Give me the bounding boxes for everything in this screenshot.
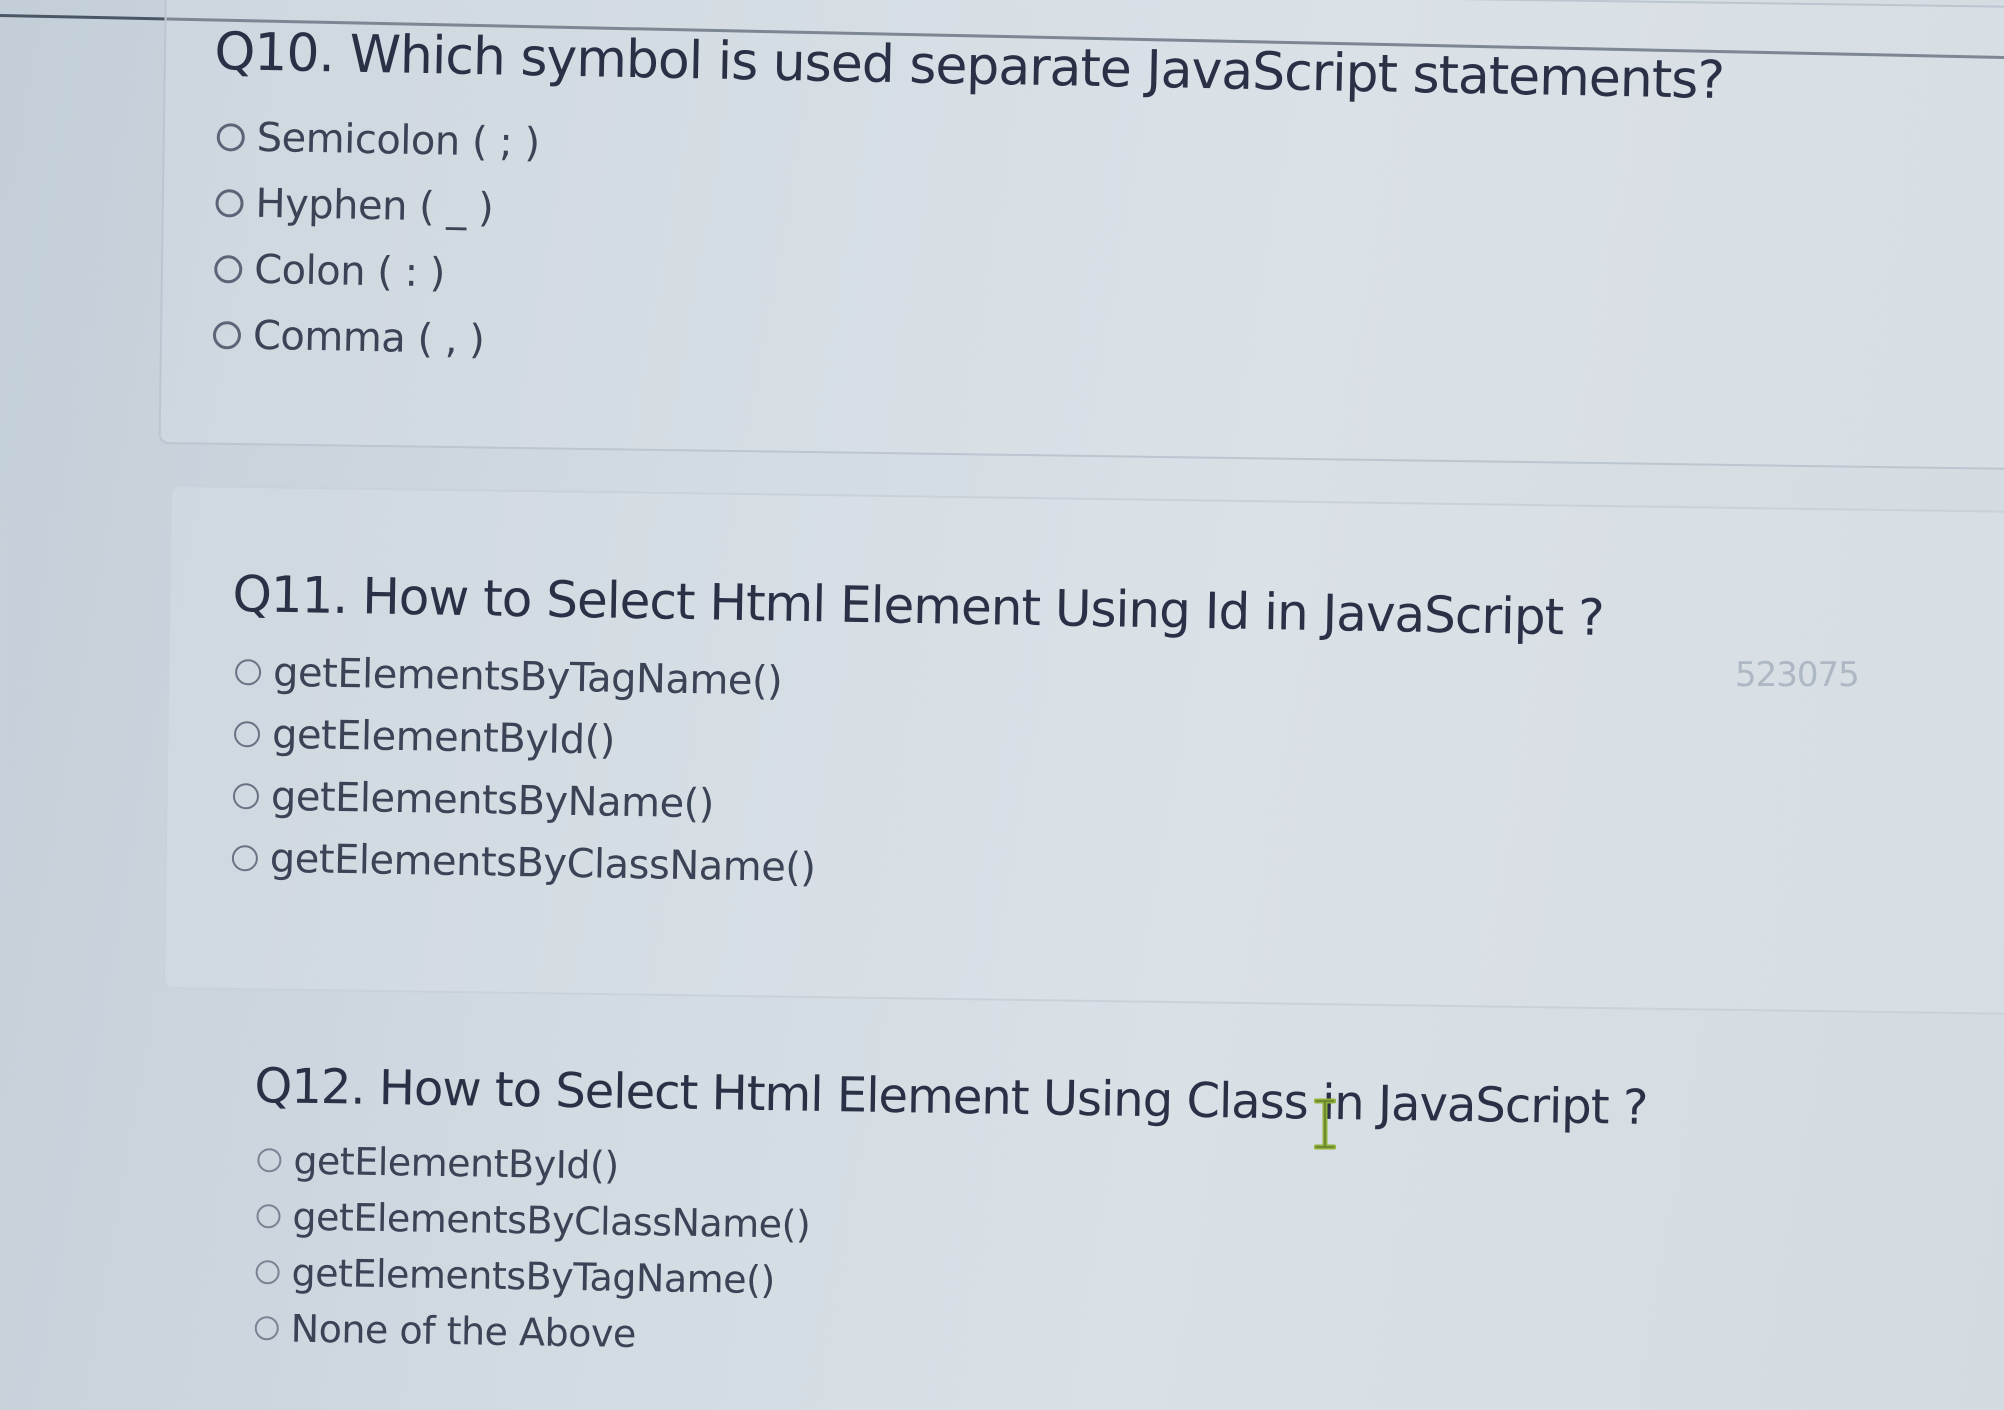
radio-button[interactable] bbox=[232, 783, 260, 810]
radio-button[interactable] bbox=[231, 845, 259, 872]
text-cursor-icon bbox=[1314, 1098, 1336, 1150]
radio-button[interactable] bbox=[254, 1316, 279, 1341]
option-label: getElementsByClassName() bbox=[269, 835, 816, 892]
radio-button[interactable] bbox=[233, 721, 261, 748]
option-label: Hyphen ( _ ) bbox=[255, 180, 494, 232]
radio-button[interactable] bbox=[216, 123, 246, 152]
radio-button[interactable] bbox=[256, 1204, 281, 1229]
option-label: Comma ( , ) bbox=[252, 312, 485, 364]
options-list: getElementsByTagName() getElementById() … bbox=[227, 641, 1602, 913]
options-list: getElementById() getElementsByClassName(… bbox=[250, 1132, 1646, 1378]
option-label: getElementsByName() bbox=[270, 773, 715, 828]
option-label: getElementsByClassName() bbox=[292, 1194, 811, 1247]
options-list: Semicolon ( ; ) Hyphen ( _ ) Colon ( : )… bbox=[208, 104, 1723, 397]
option-label: getElementsByTagName() bbox=[272, 649, 783, 705]
question-title: Q12. How to Select Html Element Using Cl… bbox=[254, 1058, 1648, 1136]
option-label: getElementById() bbox=[271, 711, 616, 764]
option-label: getElementById() bbox=[293, 1138, 619, 1188]
option-label: Semicolon ( ; ) bbox=[256, 114, 540, 167]
radio-button[interactable] bbox=[257, 1148, 282, 1173]
option-label: None of the Above bbox=[290, 1306, 637, 1357]
radio-button[interactable] bbox=[255, 1260, 280, 1285]
question-q12: Q12. How to Select Html Element Using Cl… bbox=[250, 1058, 1648, 1378]
radio-button[interactable] bbox=[212, 321, 242, 350]
option-label: getElementsByTagName() bbox=[291, 1250, 776, 1303]
radio-button[interactable] bbox=[213, 255, 243, 284]
option-label: Colon ( : ) bbox=[253, 246, 446, 297]
watermark-id: 523075 bbox=[1735, 655, 1860, 695]
question-q10: Q10. Which symbol is used separate JavaS… bbox=[208, 22, 1724, 397]
question-q11: Q11. How to Select Html Element Using Id… bbox=[227, 565, 1604, 913]
radio-button[interactable] bbox=[234, 659, 262, 686]
radio-button[interactable] bbox=[215, 189, 244, 218]
